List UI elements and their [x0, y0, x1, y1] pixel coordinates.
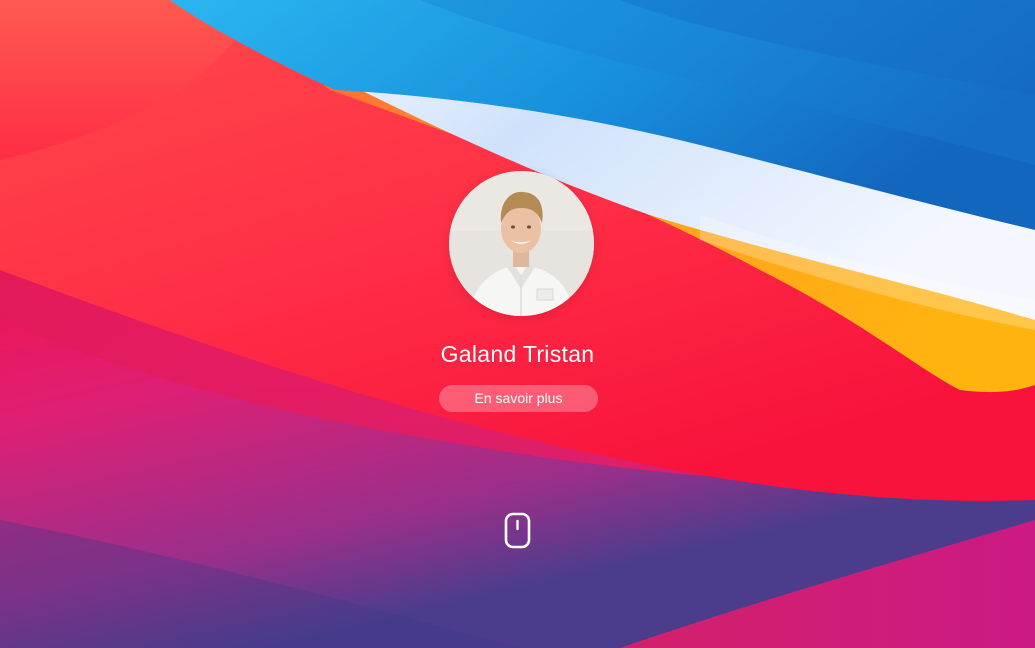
user-avatar[interactable]: [449, 171, 594, 316]
mouse-scroll-icon[interactable]: [504, 512, 531, 549]
user-name: Galand Tristan: [440, 341, 595, 367]
login-panel: Galand Tristan En savoir plus: [0, 0, 1035, 648]
user-photo: [449, 171, 594, 316]
learn-more-button[interactable]: En savoir plus: [439, 385, 598, 412]
